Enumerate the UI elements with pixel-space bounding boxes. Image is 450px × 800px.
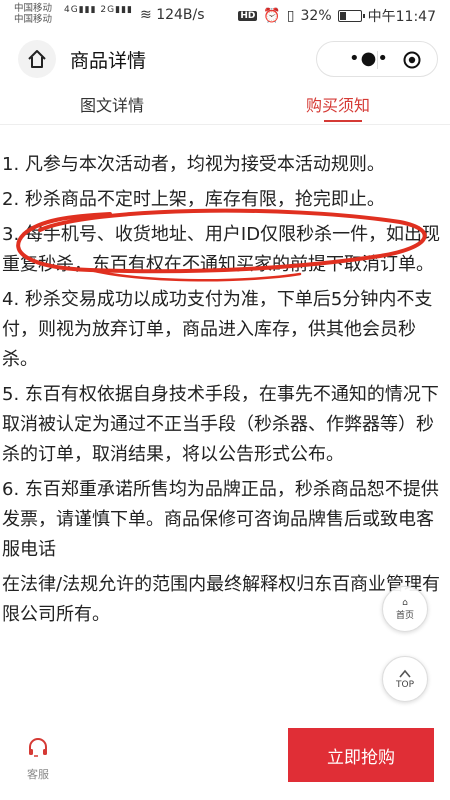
more-dots-icon[interactable]: •●• [349,50,389,68]
back-to-top-label: TOP [395,680,414,690]
speed-text: 124B/s [156,7,205,23]
rule-legal: 在法律/法规允许的范围内最终解释权归东百商业管理有限公司所有。 [2,574,441,625]
carrier-labels: 中国移动 中国移动 [14,3,52,25]
carrier-1: 中国移动 [14,3,53,14]
tab-detail[interactable]: 图文详情 [80,92,144,116]
signal-icons: 4G▮▮▮ 2G▮▮▮ [64,5,133,15]
page-title: 商品详情 [70,50,147,72]
signal-2-label: 2G [100,5,116,15]
wifi-icon: ≋ [140,7,152,23]
nav-bar: 商品详情 •●• [0,36,450,82]
rule-4: 4. 秒杀交易成功以成功支付为准，下单后5分钟内不支付，则视为放弃订单，商品进入… [2,289,433,370]
rule-2: 2. 秒杀商品不定时上架，库存有限，抢完即止。 [2,189,385,210]
battery-percent: 32% [300,8,332,24]
float-home-button[interactable]: ⌂ 首页 [382,586,428,632]
headset-icon [29,738,47,757]
customer-service-button[interactable]: 客服 [18,736,58,782]
network-speed: ≋ 124B/s [140,7,205,23]
clock: 中午11:47 [367,9,436,25]
mini-program-capsule: •●• [316,41,438,77]
active-tab-indicator [324,120,362,122]
rule-5: 5. 东百有权依据自身技术手段，在事先不通知的情况下取消被认定为通过不正当手段（… [2,384,439,465]
tab-purchase-notice[interactable]: 购买须知 [306,92,370,116]
purchase-rules: 1. 凡参与本次活动者，均视为接受本活动规则。 2. 秒杀商品不定时上架，库存有… [2,150,446,635]
home-button[interactable] [18,40,56,78]
alarm-icon: ⏰ [263,8,281,24]
arrow-up-icon [399,669,411,678]
status-bar: 中国移动 中国移动 4G▮▮▮ 2G▮▮▮ ≋ 124B/s HD ⏰ ▯ 32… [0,0,450,32]
capsule-divider [377,51,378,69]
rule-3: 3. 每手机号、收货地址、用户ID仅限秒杀一件，如出现重复秒杀，东百有权在不通知… [2,224,441,275]
home-icon [28,50,46,68]
home-icon: ⌂ [402,597,408,608]
battery-icon [337,10,365,22]
signal-1-label: 4G [64,5,79,15]
tab-bar: 图文详情 购买须知 [0,84,450,125]
vibrate-icon: ▯ [286,8,295,24]
back-to-top-button[interactable]: TOP [382,656,428,702]
hd-icon: HD [238,11,258,21]
target-icon[interactable] [403,51,421,69]
rule-6: 6. 东百郑重承诺所售均为品牌正品，秒杀商品恕不提供发票，请谨慎下单。商品保修可… [2,479,439,560]
carrier-2: 中国移动 [14,14,53,25]
rule-1: 1. 凡参与本次活动者，均视为接受本活动规则。 [2,154,385,175]
float-home-label: 首页 [395,610,414,621]
bottom-bar: 客服 立即抢购 [0,722,450,800]
buy-now-button[interactable]: 立即抢购 [288,728,434,782]
customer-service-label: 客服 [27,768,49,781]
